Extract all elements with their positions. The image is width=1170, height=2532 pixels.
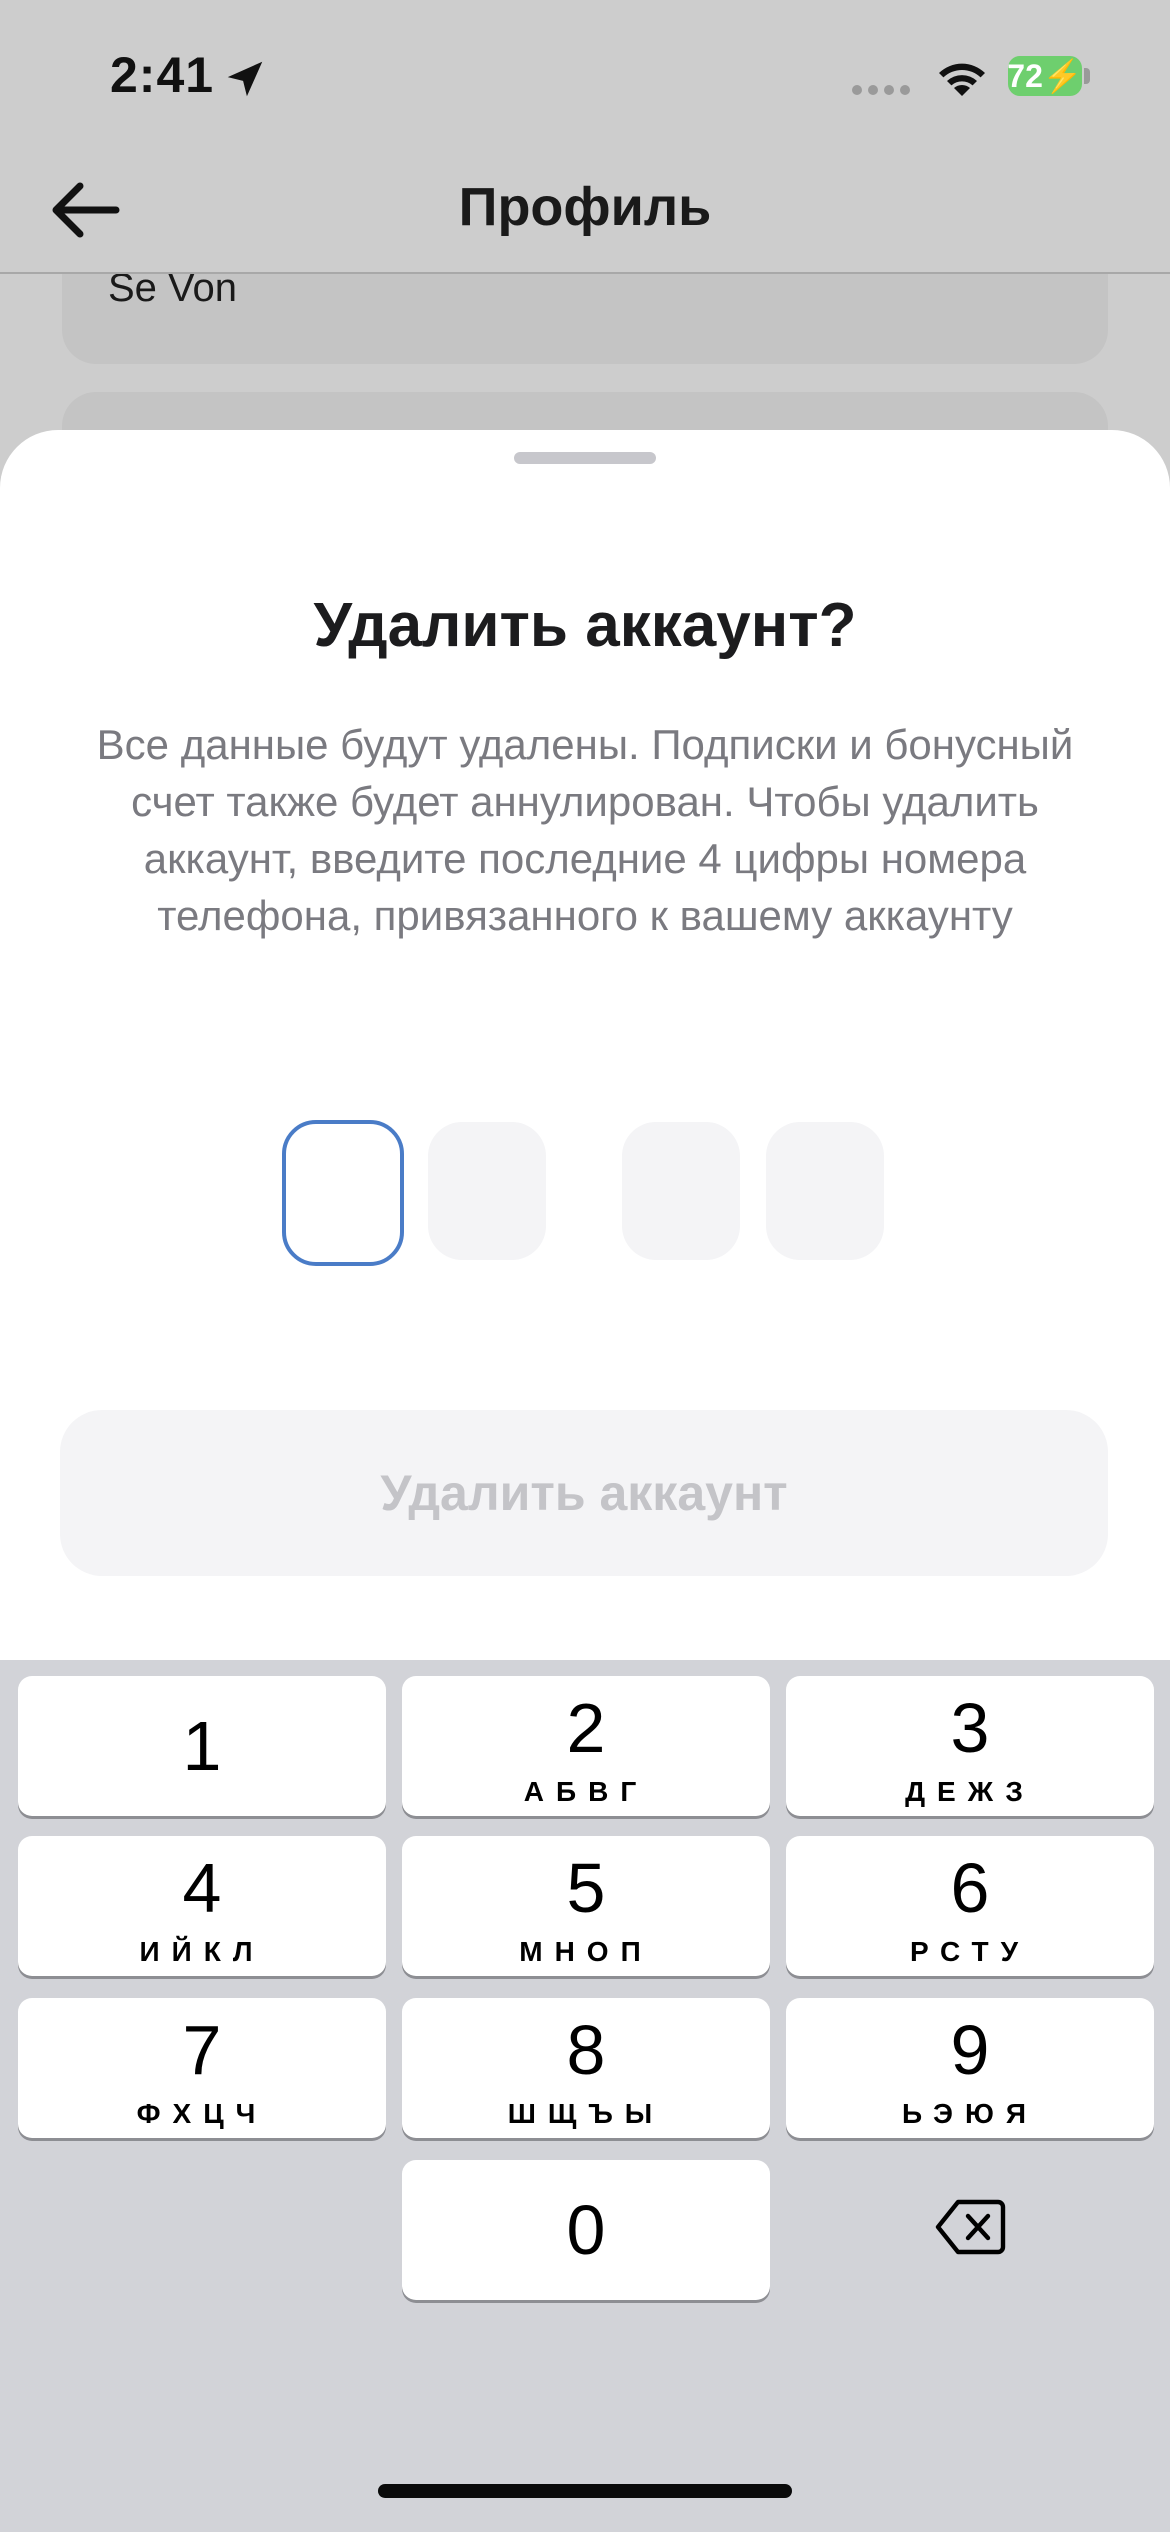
key-digit: 9 <box>950 2011 990 2089</box>
key-1[interactable]: 1 <box>18 1676 386 1816</box>
delete-account-button[interactable]: Удалить аккаунт <box>60 1410 1108 1576</box>
cellular-signal-icon <box>852 82 916 100</box>
key-2[interactable]: 2 АБВГ <box>402 1676 770 1816</box>
battery-level: 72 <box>1007 57 1043 94</box>
sheet-title: Удалить аккаунт? <box>313 591 857 660</box>
key-letters: АБВГ <box>523 1776 649 1807</box>
key-digit: 3 <box>950 1689 990 1767</box>
status-time: 2:41 <box>110 47 215 103</box>
delete-account-sheet: Удалить аккаунт? Все данные будут удален… <box>0 430 1170 1660</box>
code-digit-3[interactable] <box>622 1122 740 1260</box>
key-digit: 0 <box>566 2191 606 2269</box>
sheet-grabber[interactable] <box>514 452 656 464</box>
key-6[interactable]: 6 РСТУ <box>786 1836 1154 1976</box>
nav-bar: Профиль <box>0 140 1170 274</box>
key-digit: 8 <box>566 2011 606 2089</box>
key-digit: 6 <box>950 1849 990 1927</box>
wifi-icon <box>939 63 985 96</box>
key-5[interactable]: 5 МНОП <box>402 1836 770 1976</box>
battery-tip <box>1084 68 1090 84</box>
code-digit-1[interactable] <box>282 1120 404 1266</box>
page-title: Профиль <box>458 177 712 237</box>
code-digit-4[interactable] <box>766 1122 884 1260</box>
key-letters: ЬЭЮЯ <box>902 2098 1038 2129</box>
key-4[interactable]: 4 ИЙКЛ <box>18 1836 386 1976</box>
backspace-icon <box>935 2199 1006 2255</box>
key-3[interactable]: 3 ДЕЖЗ <box>786 1676 1154 1816</box>
code-digit-2[interactable] <box>428 1122 546 1260</box>
key-letters: РСТУ <box>909 1936 1031 1967</box>
home-indicator <box>378 2484 792 2498</box>
key-letters: ДЕЖЗ <box>905 1776 1035 1807</box>
key-digit: 1 <box>182 1707 222 1785</box>
key-letters: ИЙКЛ <box>139 1936 265 1967</box>
key-digit: 2 <box>566 1689 606 1767</box>
battery-icon: 72 ⚡ <box>1007 56 1083 96</box>
key-9[interactable]: 9 ЬЭЮЯ <box>786 1998 1154 2138</box>
sheet-description: Все данные будут удалены. Подписки и бон… <box>96 721 1074 939</box>
backspace-key[interactable] <box>786 2160 1154 2300</box>
key-digit: 7 <box>182 2011 222 2089</box>
key-letters: ФХЦЧ <box>136 2098 268 2129</box>
key-digit: 5 <box>566 1849 606 1927</box>
key-7[interactable]: 7 ФХЦЧ <box>18 1998 386 2138</box>
key-letters: ШЩЪЫ <box>507 2098 665 2129</box>
location-arrow-icon <box>227 61 263 97</box>
key-0[interactable]: 0 <box>402 2160 770 2300</box>
status-bar: 2:41 72 ⚡ <box>0 0 1170 140</box>
key-8[interactable]: 8 ШЩЪЫ <box>402 1998 770 2138</box>
key-digit: 4 <box>182 1849 222 1927</box>
key-letters: МНОП <box>519 1936 653 1967</box>
